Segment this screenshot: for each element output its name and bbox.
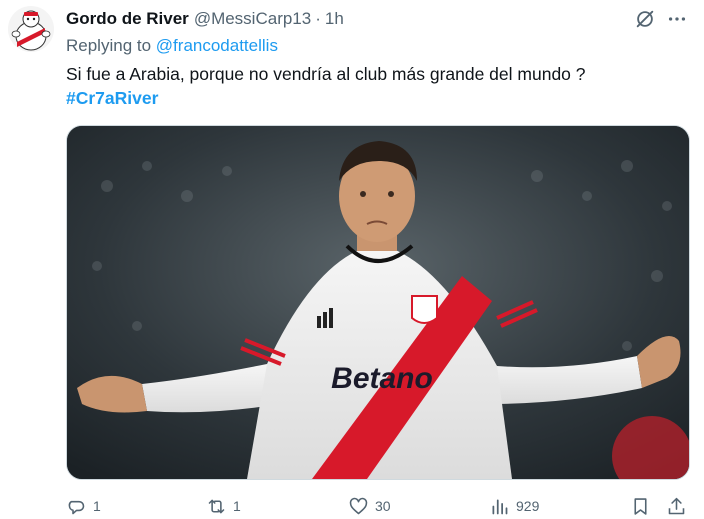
like-count: 30 — [375, 498, 391, 514]
tweet-photo[interactable]: Betano — [66, 125, 690, 480]
reply-count: 1 — [93, 498, 101, 514]
photo-image: Betano — [67, 126, 689, 479]
bookmark-button[interactable] — [630, 494, 651, 518]
more-icon[interactable] — [666, 8, 688, 30]
reply-button[interactable]: 1 — [66, 494, 101, 518]
tweet[interactable]: Gordo de River @MessiCarp13 · 1h Replyin… — [0, 0, 704, 519]
jersey-sponsor: Betano — [331, 362, 433, 395]
user-handle[interactable]: @MessiCarp13 — [194, 9, 311, 29]
views-icon — [492, 499, 508, 514]
timestamp[interactable]: 1h — [325, 9, 344, 29]
action-bar: 1 1 30 929 — [66, 494, 692, 518]
avatar[interactable] — [8, 6, 54, 52]
tweet-header: Gordo de River @MessiCarp13 · 1h — [66, 8, 344, 30]
retweet-icon — [208, 499, 225, 513]
like-icon — [349, 497, 368, 514]
grok-icon[interactable] — [634, 8, 656, 30]
replying-mention[interactable]: @francodattellis — [156, 36, 278, 55]
bookmark-icon — [634, 497, 647, 515]
separator: · — [315, 9, 321, 28]
share-icon — [668, 497, 685, 514]
reply-icon — [68, 500, 85, 514]
avatar-image — [8, 6, 54, 52]
hashtag-link[interactable]: #Cr7aRiver — [66, 88, 158, 109]
tweet-text: Si fue a Arabia, porque no vendría al cl… — [66, 64, 586, 84]
share-button[interactable] — [666, 494, 687, 518]
views-button[interactable]: 929 — [489, 494, 539, 518]
like-button[interactable]: 30 — [348, 494, 391, 518]
replying-to: Replying to @francodattellis — [66, 36, 278, 56]
retweet-button[interactable]: 1 — [206, 494, 241, 518]
views-count: 929 — [516, 498, 540, 514]
replying-prefix: Replying to — [66, 36, 152, 55]
retweet-count: 1 — [233, 498, 241, 514]
display-name[interactable]: Gordo de River — [66, 9, 189, 29]
